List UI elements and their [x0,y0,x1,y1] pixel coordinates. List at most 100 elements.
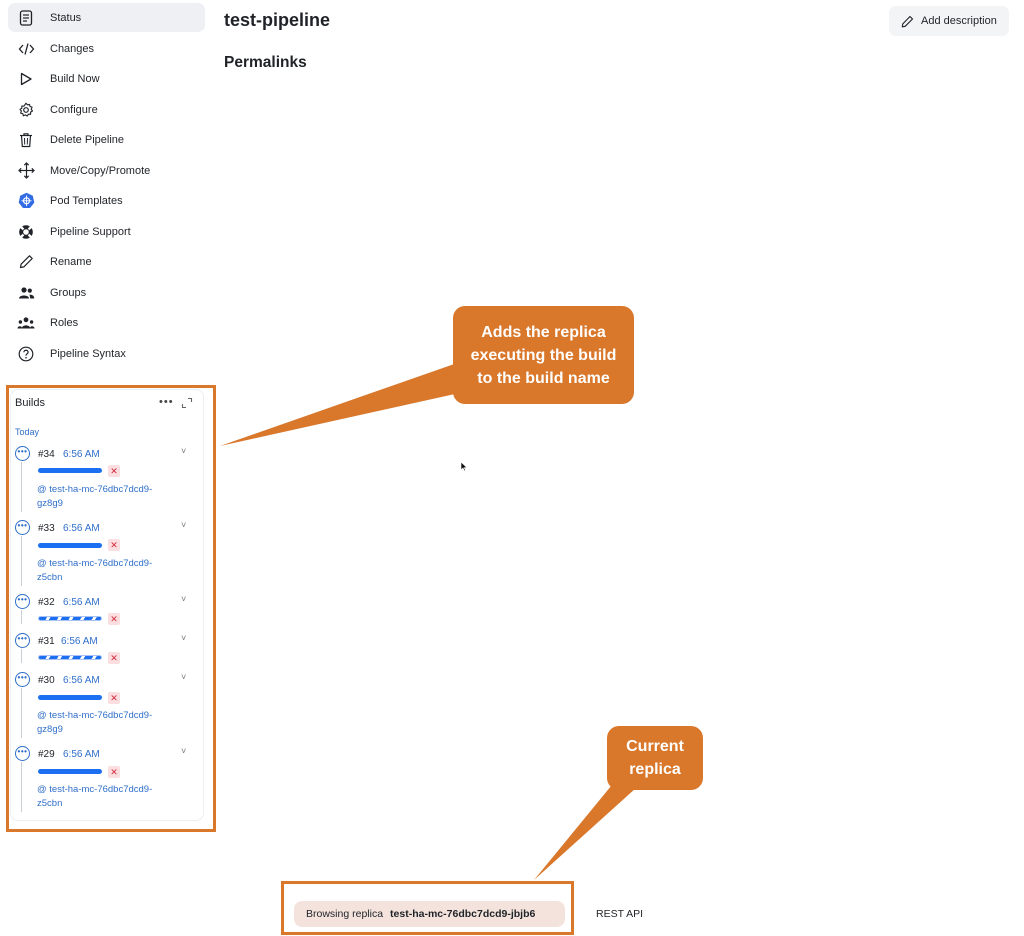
sidebar-item-label: Delete Pipeline [50,133,124,146]
expand-icon[interactable] [181,397,193,409]
build-replica-name[interactable]: @ test-ha-mc-76dbc7dcd9- gz8g9 [37,709,187,737]
permalinks-heading: Permalinks [224,54,307,71]
sidebar-item-delete-pipeline[interactable]: Delete Pipeline [8,125,205,154]
play-icon [17,70,35,88]
chevron-down-icon[interactable]: ˅ [181,446,186,456]
sidebar-item-label: Pod Templates [50,194,123,207]
stop-build-icon[interactable]: ✕ [108,652,120,664]
running-status-icon: ••• [15,633,30,648]
replica-name: test-ha-mc-76dbc7dcd9-jbjb6 [390,908,536,920]
stop-build-icon[interactable]: ✕ [108,465,120,477]
build-progress-bar [38,616,102,621]
sidebar-item-label: Changes [50,42,95,55]
pencil-icon [901,15,914,27]
callout-pointer-replica [534,780,636,880]
document-icon [17,9,35,27]
builds-title: Builds [15,397,45,409]
browsing-replica-badge: Browsing replica test-ha-mc-76dbc7dcd9-j… [294,901,565,927]
replica-build-name-callout: Adds the replica executing the build to … [453,306,634,404]
timeline-connector [21,649,22,663]
chevron-down-icon[interactable]: ˅ [181,746,186,756]
page-title: test-pipeline [224,10,331,30]
sidebar-item-label: Status [50,11,82,24]
mouse-cursor-icon [460,461,468,472]
build-progress-bar [38,695,102,700]
sidebar-item-label: Move/Copy/Promote [50,164,151,177]
sidebar-item-label: Groups [50,286,87,299]
add-description-label: Add description [921,15,997,27]
build-progress-bar [38,468,102,473]
running-status-icon: ••• [15,446,30,461]
sidebar-item-rename[interactable]: Rename [8,247,205,276]
build-number[interactable]: #32 [38,597,55,608]
sidebar-item-label: Build Now [50,72,100,85]
timeline-connector [21,762,22,812]
trash-icon [17,131,35,149]
build-progress-bar [38,769,102,774]
sidebar-item-label: Rename [50,255,92,268]
build-progress-bar [38,655,102,660]
build-time[interactable]: 6:56 AM [63,597,100,608]
running-status-icon: ••• [15,672,30,687]
timeline-connector [21,688,22,738]
chevron-down-icon[interactable]: ˅ [181,594,186,604]
lifebuoy-icon [17,223,35,241]
build-number[interactable]: #34 [38,449,55,460]
running-status-icon: ••• [15,746,30,761]
sidebar-item-changes[interactable]: Changes [8,34,205,63]
sidebar-item-move-copy-promote[interactable]: Move/Copy/Promote [8,156,205,185]
build-number[interactable]: #29 [38,749,55,760]
people-icon [17,284,35,302]
sidebar-item-label: Pipeline Syntax [50,347,126,360]
stop-build-icon[interactable]: ✕ [108,539,120,551]
build-number[interactable]: #33 [38,523,55,534]
sidebar-item-configure[interactable]: Configure [8,95,205,124]
gear-icon [17,101,35,119]
chevron-down-icon[interactable]: ˅ [181,633,186,643]
browsing-replica-prefix: Browsing replica [306,908,384,920]
chevron-down-icon[interactable]: ˅ [181,520,186,530]
roles-icon [17,314,35,332]
sidebar-item-status[interactable]: Status [8,3,205,32]
help-circle-icon [17,345,35,363]
build-time[interactable]: 6:56 AM [63,449,100,460]
build-progress-bar [38,543,102,548]
build-number[interactable]: #31 [38,636,55,647]
build-replica-name[interactable]: @ test-ha-mc-76dbc7dcd9- z5cbn [37,783,187,811]
sidebar-item-pipeline-syntax[interactable]: Pipeline Syntax [8,339,205,368]
sidebar-item-label: Roles [50,316,79,329]
build-time[interactable]: 6:56 AM [63,749,100,760]
callout-pointer-builds [220,362,473,446]
sidebar-item-label: Pipeline Support [50,225,131,238]
build-replica-name[interactable]: @ test-ha-mc-76dbc7dcd9- gz8g9 [37,483,187,511]
sidebar-item-label: Configure [50,103,98,116]
build-replica-name[interactable]: @ test-ha-mc-76dbc7dcd9- z5cbn [37,557,187,585]
stop-build-icon[interactable]: ✕ [108,766,120,778]
timeline-connector [21,462,22,512]
build-number[interactable]: #30 [38,675,55,686]
sidebar-item-roles[interactable]: Roles [8,308,205,337]
add-description-button[interactable]: Add description [889,6,1009,36]
more-options-icon[interactable]: ••• [159,396,174,408]
running-status-icon: ••• [15,520,30,535]
kubernetes-icon [17,192,35,210]
builds-group-label: Today [15,427,40,437]
sidebar-item-groups[interactable]: Groups [8,278,205,307]
pencil-icon [17,253,35,271]
build-time[interactable]: 6:56 AM [63,523,100,534]
sidebar-item-build-now[interactable]: Build Now [8,64,205,93]
code-icon [17,40,35,58]
current-replica-callout: Current replica [607,726,703,790]
chevron-down-icon[interactable]: ˅ [181,672,186,682]
sidebar-item-pipeline-support[interactable]: Pipeline Support [8,217,205,246]
build-time[interactable]: 6:56 AM [61,636,98,647]
running-status-icon: ••• [15,594,30,609]
build-time[interactable]: 6:56 AM [63,675,100,686]
timeline-connector [21,536,22,586]
rest-api-link[interactable]: REST API [596,908,643,920]
sidebar-item-pod-templates[interactable]: Pod Templates [8,186,205,215]
move-arrows-icon [17,162,35,180]
stop-build-icon[interactable]: ✕ [108,613,120,625]
timeline-connector [21,610,22,624]
stop-build-icon[interactable]: ✕ [108,692,120,704]
